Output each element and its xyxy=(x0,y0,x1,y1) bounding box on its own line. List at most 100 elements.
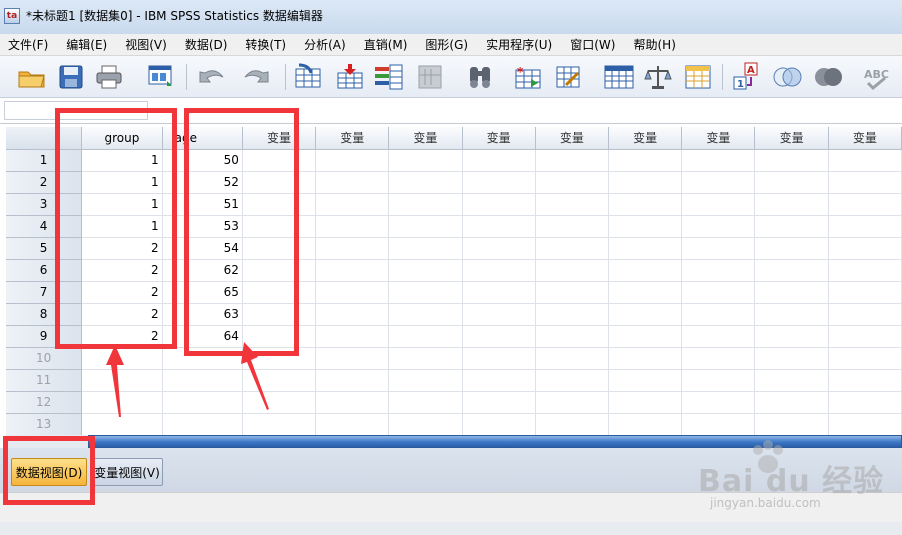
column-header-empty[interactable]: 变量 xyxy=(608,127,683,150)
column-header-empty[interactable]: 变量 xyxy=(462,127,536,150)
data-cell[interactable] xyxy=(535,413,610,435)
data-cell[interactable] xyxy=(754,369,829,392)
variables-icon[interactable] xyxy=(373,62,405,92)
table-row[interactable]: 12 xyxy=(6,391,902,414)
data-cell[interactable] xyxy=(828,303,902,326)
dialog-recall-icon[interactable] xyxy=(145,62,177,92)
data-cell[interactable] xyxy=(828,149,902,172)
data-cell[interactable] xyxy=(535,171,610,194)
data-cell[interactable] xyxy=(754,193,829,216)
data-cell[interactable] xyxy=(828,325,902,348)
data-cell[interactable] xyxy=(535,193,610,216)
data-cell[interactable] xyxy=(608,391,683,414)
data-cell[interactable] xyxy=(754,413,829,435)
data-cell[interactable] xyxy=(754,237,829,260)
data-cell[interactable] xyxy=(535,369,610,392)
menu-view[interactable]: 视图(V) xyxy=(116,36,176,53)
data-cell[interactable] xyxy=(162,391,243,414)
menu-transform[interactable]: 转换(T) xyxy=(236,36,295,53)
data-cell[interactable] xyxy=(388,391,463,414)
data-cell[interactable] xyxy=(462,303,536,326)
data-cell[interactable] xyxy=(681,237,756,260)
data-cell[interactable] xyxy=(608,149,683,172)
data-cell[interactable] xyxy=(535,347,610,370)
data-cell[interactable] xyxy=(535,237,610,260)
table-row[interactable]: 13 xyxy=(6,413,902,435)
data-cell[interactable] xyxy=(315,237,390,260)
data-cell[interactable] xyxy=(828,281,902,304)
column-header-empty[interactable]: 变量 xyxy=(388,127,463,150)
data-cell[interactable] xyxy=(388,171,463,194)
data-cell[interactable] xyxy=(162,413,243,435)
menu-analyze[interactable]: 分析(A) xyxy=(295,36,355,53)
data-cell[interactable] xyxy=(754,303,829,326)
show-all-icon[interactable] xyxy=(813,62,845,92)
column-header-empty[interactable]: 变量 xyxy=(315,127,390,150)
data-cell[interactable] xyxy=(462,413,536,435)
weight-cases-icon[interactable] xyxy=(642,62,674,92)
data-cell[interactable] xyxy=(315,281,390,304)
data-cell[interactable] xyxy=(535,391,610,414)
data-cell[interactable] xyxy=(462,325,536,348)
use-sets-icon[interactable] xyxy=(772,62,804,92)
data-cell[interactable] xyxy=(681,281,756,304)
data-cell[interactable] xyxy=(681,391,756,414)
data-cell[interactable] xyxy=(754,281,829,304)
data-cell[interactable] xyxy=(754,259,829,282)
row-number[interactable]: 13 xyxy=(6,413,83,435)
data-cell[interactable] xyxy=(315,347,390,370)
goto-case-icon[interactable] xyxy=(292,62,324,92)
data-cell[interactable] xyxy=(388,259,463,282)
data-cell[interactable] xyxy=(462,237,536,260)
data-cell[interactable] xyxy=(828,259,902,282)
menu-file[interactable]: 文件(F) xyxy=(0,36,57,53)
table-row[interactable]: 10 xyxy=(6,347,902,370)
data-cell[interactable] xyxy=(681,193,756,216)
data-cell[interactable] xyxy=(828,171,902,194)
data-cell[interactable] xyxy=(608,325,683,348)
data-cell[interactable] xyxy=(828,193,902,216)
column-header-empty[interactable]: 变量 xyxy=(754,127,829,150)
open-folder-icon[interactable] xyxy=(16,62,48,92)
data-cell[interactable] xyxy=(315,259,390,282)
data-cell[interactable] xyxy=(315,215,390,238)
data-cell[interactable] xyxy=(388,303,463,326)
data-cell[interactable] xyxy=(388,215,463,238)
insert-variable-icon[interactable] xyxy=(553,62,585,92)
data-cell[interactable] xyxy=(681,413,756,435)
data-cell[interactable] xyxy=(462,193,536,216)
data-cell[interactable] xyxy=(828,391,902,414)
print-icon[interactable] xyxy=(93,62,125,92)
data-cell[interactable] xyxy=(535,303,610,326)
data-cell[interactable] xyxy=(828,369,902,392)
tab-variable-view[interactable]: 变量视图(V) xyxy=(91,458,163,486)
data-cell[interactable] xyxy=(681,149,756,172)
data-cell[interactable] xyxy=(388,237,463,260)
menu-graphs[interactable]: 图形(G) xyxy=(416,36,477,53)
data-cell[interactable] xyxy=(608,215,683,238)
spell-check-icon[interactable]: ABC xyxy=(862,62,894,92)
select-cases-icon[interactable] xyxy=(682,62,714,92)
data-cell[interactable] xyxy=(315,149,390,172)
data-cell[interactable] xyxy=(388,193,463,216)
data-cell[interactable] xyxy=(754,171,829,194)
data-cell[interactable] xyxy=(388,281,463,304)
data-cell[interactable] xyxy=(754,347,829,370)
data-cell[interactable] xyxy=(608,303,683,326)
data-cell[interactable] xyxy=(462,369,536,392)
data-cell[interactable] xyxy=(388,347,463,370)
data-cell[interactable] xyxy=(242,413,317,435)
data-cell[interactable] xyxy=(462,149,536,172)
data-cell[interactable] xyxy=(608,369,683,392)
row-number[interactable]: 10 xyxy=(6,347,83,370)
data-cell[interactable] xyxy=(535,215,610,238)
split-file-icon[interactable] xyxy=(603,62,635,92)
insert-cases-icon[interactable]: * xyxy=(512,62,544,92)
data-cell[interactable] xyxy=(315,171,390,194)
goto-variable-icon[interactable] xyxy=(334,62,366,92)
data-cell[interactable] xyxy=(828,413,902,435)
column-header-empty[interactable]: 变量 xyxy=(681,127,756,150)
find-icon[interactable] xyxy=(464,62,496,92)
menu-utilities[interactable]: 实用程序(U) xyxy=(477,36,561,53)
menu-direct-marketing[interactable]: 直销(M) xyxy=(355,36,417,53)
